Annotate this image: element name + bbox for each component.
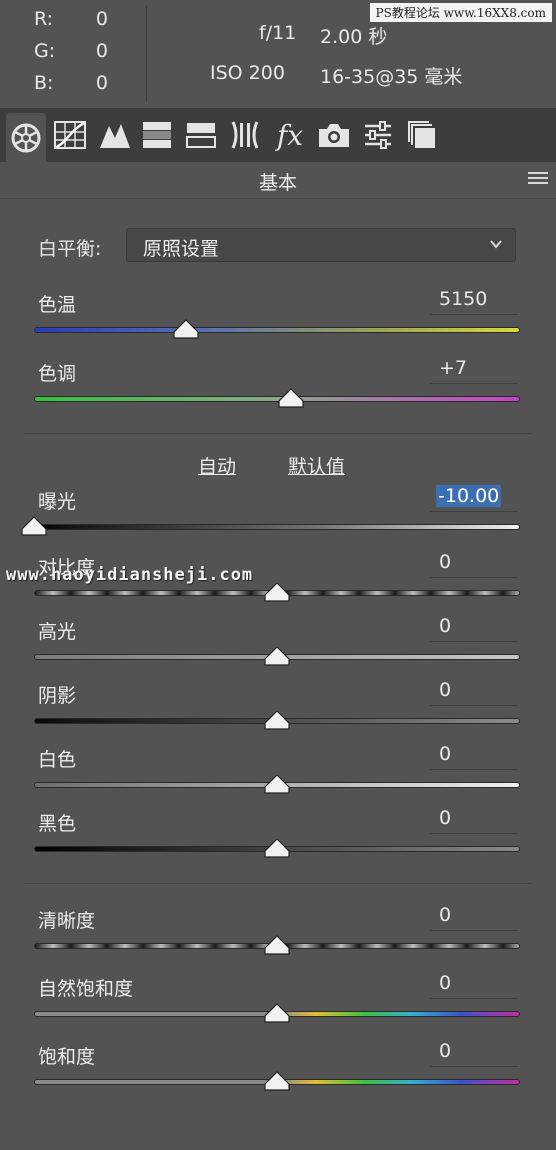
slider-value-field-blacks[interactable]: 0 [430,807,518,834]
basic-tool-icon [11,123,41,152]
tab-snapshots[interactable] [402,115,442,155]
slider-value-text: 5150 [439,288,488,310]
slider-value-field-tint[interactable]: +7 [430,357,518,384]
slider-label-saturation: 饱和度 [38,1046,96,1068]
slider-label-vibrance: 自然饱和度 [38,978,134,1000]
slider-track-temperature[interactable] [34,327,520,333]
auto-link[interactable]: 自动 [198,452,236,479]
slider-label-clarity: 清晰度 [38,910,96,932]
slider-label-tint: 色调 [38,363,77,385]
slider-label-whites: 白色 [38,749,77,771]
slider-value-field-highlights[interactable]: 0 [430,615,518,642]
tab-hsl[interactable] [137,115,177,155]
slider-thumb-contrast[interactable] [264,582,290,602]
rgb-value: 0 [95,72,108,94]
chevron-down-icon [490,240,502,249]
slider-label-temperature: 色温 [38,294,77,316]
slider-value-field-shadows[interactable]: 0 [430,679,518,706]
camera-raw-panel: R: 0 G: 0 B: 0 f/11 2.00 秒 ISO 200 16-35… [0,0,556,1150]
camera-calibration-icon [319,124,349,147]
slider-thumb-whites[interactable] [264,774,290,794]
lens-corrections-icon [231,121,259,149]
iso-value: ISO 200 [210,62,285,84]
slider-label-blacks: 黑色 [38,813,77,835]
rgb-label: G: [34,40,56,62]
slider-label-highlights: 高光 [38,621,77,643]
panel-menu-icon[interactable] [528,172,548,188]
slider-value-text: 0 [439,972,452,994]
panel-title: 基本 [258,172,297,194]
slider-thumb-saturation[interactable] [264,1071,290,1091]
slider-value-text: 0 [439,679,452,701]
slider-thumb-highlights[interactable] [264,646,290,666]
section-divider [24,883,532,884]
panel-header: 基本 [0,162,556,199]
slider-thumb-vibrance[interactable] [264,1003,290,1023]
slider-thumb-tint[interactable] [278,388,304,408]
slider-value-text: 0 [439,615,452,637]
slider-value-field-clarity[interactable]: 0 [430,904,518,931]
slider-value-field-vibrance[interactable]: 0 [430,972,518,999]
tab-effects[interactable]: fx [270,115,310,155]
white-balance-label: 白平衡: [38,238,102,260]
slider-value-text: 0 [439,743,452,765]
slider-value-text: +7 [439,357,468,379]
slider-value-field-temperature[interactable]: 5150 [430,288,518,315]
rgb-label: B: [34,72,54,94]
slider-track-exposure[interactable] [34,524,520,530]
slider-value-field-saturation[interactable]: 0 [430,1040,518,1067]
tab-tone-curve[interactable] [50,115,90,155]
slider-value-field-exposure[interactable]: -10.00 [430,485,518,512]
tab-lens-corrections[interactable] [225,115,265,155]
watermark-top: PS教程论坛 www.16XX8.com [369,3,552,22]
slider-label-shadows: 阴影 [38,685,77,707]
tab-basic[interactable] [6,113,46,162]
detail-icon [100,124,130,148]
panel-toolbar: fx [0,108,556,162]
slider-value-text: 0 [439,807,452,829]
info-divider [146,6,147,102]
rgb-value: 0 [95,8,108,30]
rgb-label: R: [34,8,54,30]
slider-value-text: 0 [439,551,452,573]
slider-value-text: -10.00 [436,485,502,507]
tab-split-toning[interactable] [181,115,221,155]
shutter-value: 2.00 秒 [320,26,388,48]
split-toning-icon [186,123,216,148]
white-balance-value: 原照设置 [143,238,220,260]
lens-value: 16-35@35 毫米 [320,66,463,88]
slider-thumb-clarity[interactable] [264,935,290,955]
tab-detail[interactable] [95,115,135,155]
slider-label-exposure: 曝光 [38,491,77,513]
hsl-icon [143,122,171,148]
aperture-value: f/11 [259,22,297,44]
section-divider [24,433,532,434]
white-balance-select[interactable]: 原照设置 [126,228,516,262]
slider-track-tint[interactable] [34,396,520,402]
snapshots-icon [408,121,435,148]
rgb-value: 0 [95,40,108,62]
info-header: R: 0 G: 0 B: 0 f/11 2.00 秒 ISO 200 16-35… [0,0,556,108]
tone-curve-icon [54,121,86,149]
slider-value-text: 0 [439,1040,452,1062]
slider-thumb-shadows[interactable] [264,710,290,730]
slider-thumb-exposure[interactable] [21,516,47,536]
tab-camera-calibration[interactable] [314,115,354,155]
slider-value-field-whites[interactable]: 0 [430,743,518,770]
default-link[interactable]: 默认值 [288,452,345,479]
slider-thumb-temperature[interactable] [173,319,199,339]
presets-icon [365,121,391,149]
slider-value-text: 0 [439,904,452,926]
slider-value-field-contrast[interactable]: 0 [430,551,518,578]
watermark-mid: www.haoyidiansheji.com [6,565,254,585]
tab-presets[interactable] [358,115,398,155]
slider-thumb-blacks[interactable] [264,838,290,858]
effects-icon: fx [276,118,304,152]
